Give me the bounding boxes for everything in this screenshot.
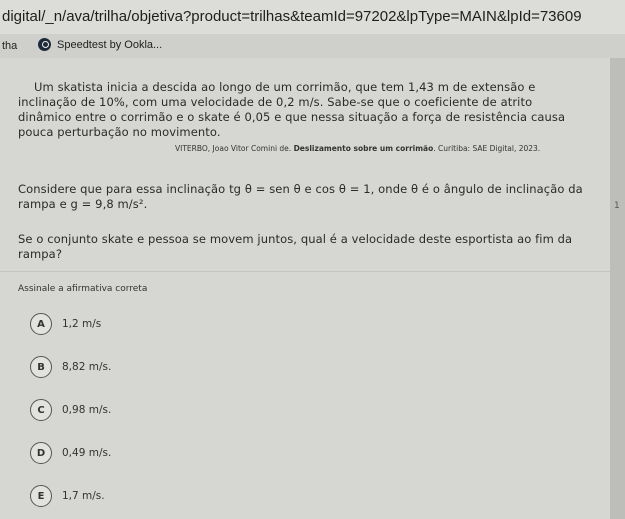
bookmark-speedtest-label: Speedtest by Ookla...: [57, 38, 163, 51]
citation-title: Deslizamento sobre um corrimão: [293, 144, 434, 153]
citation: VITERBO, Joao Vitor Comini de. Deslizame…: [175, 144, 540, 153]
citation-author: VITERBO, Joao Vitor Comini de.: [175, 144, 292, 153]
option-e-text: 1,7 m/s.: [62, 490, 105, 502]
option-a[interactable]: A 1,2 m/s: [30, 313, 101, 335]
instruction-text: Assinale a afirmativa correta: [18, 284, 148, 294]
side-panel: 1: [610, 58, 625, 519]
option-d-letter[interactable]: D: [30, 442, 52, 464]
citation-source: . Curitiba: SAE Digital, 2023.: [433, 144, 541, 153]
option-d-text: 0,49 m/s.: [62, 447, 112, 459]
option-e[interactable]: E 1,7 m/s.: [30, 485, 105, 507]
speedtest-icon: [38, 38, 51, 51]
option-e-letter[interactable]: E: [30, 485, 52, 507]
bookmark-speedtest[interactable]: Speedtest by Ookla...: [38, 38, 162, 51]
option-c-text: 0,98 m/s.: [62, 404, 112, 416]
url-text: digital/_n/ava/trilha/objetiva?product=t…: [2, 8, 582, 25]
option-c-letter[interactable]: C: [30, 399, 52, 421]
option-a-text: 1,2 m/s: [62, 318, 102, 330]
option-b-text: 8,82 m/s.: [62, 361, 112, 373]
bookmark-partial[interactable]: tha: [2, 40, 17, 52]
option-c[interactable]: C 0,98 m/s.: [30, 399, 111, 421]
divider: [0, 271, 610, 272]
option-d[interactable]: D 0,49 m/s.: [30, 442, 111, 464]
option-b[interactable]: B 8,82 m/s.: [30, 356, 111, 378]
question-paragraph-3: Se o conjunto skate e pessoa se movem ju…: [18, 232, 573, 261]
option-a-letter[interactable]: A: [30, 313, 52, 335]
address-bar[interactable]: digital/_n/ava/trilha/objetiva?product=t…: [0, 0, 625, 34]
side-mark: 1: [614, 201, 620, 211]
bookmarks-bar: tha Speedtest by Ookla...: [0, 34, 625, 58]
option-b-letter[interactable]: B: [30, 356, 52, 378]
question-paragraph-2: Considere que para essa inclinação tg θ …: [18, 182, 583, 211]
question-paragraph-1: Um skatista inicia a descida ao longo de…: [18, 80, 566, 139]
question-panel: Um skatista inicia a descida ao longo de…: [0, 58, 610, 519]
